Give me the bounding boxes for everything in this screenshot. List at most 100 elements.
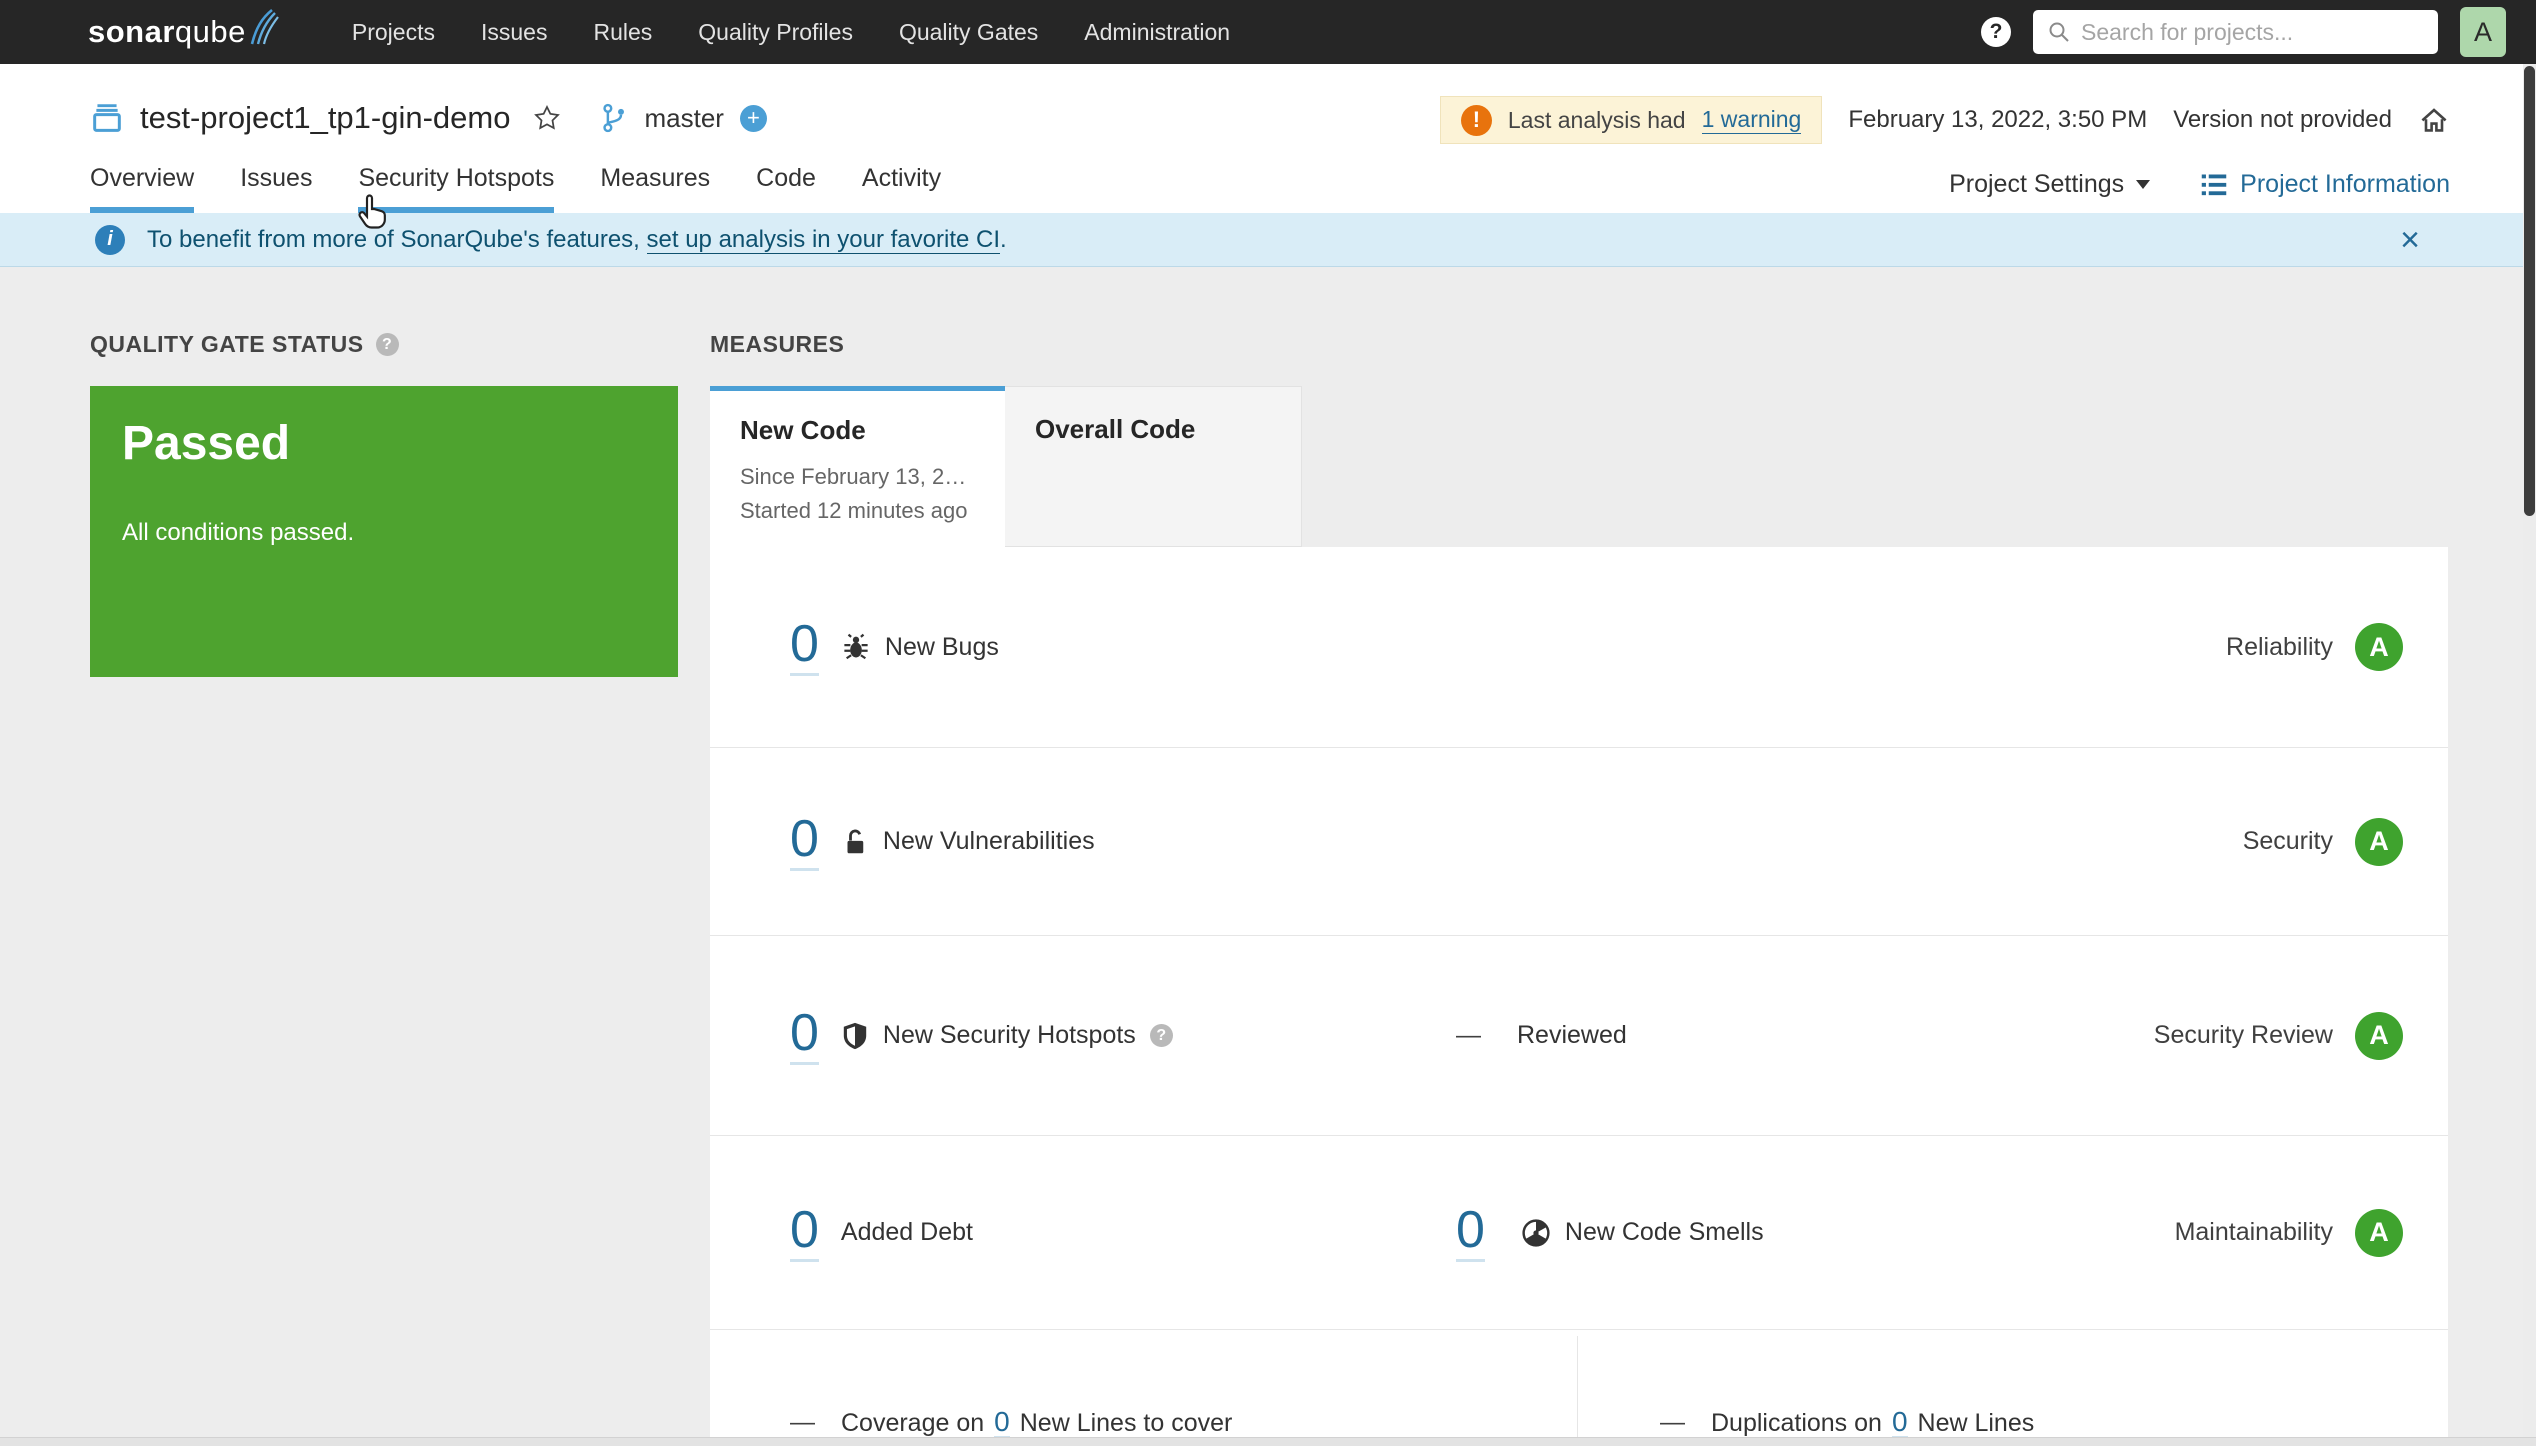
new-lines-to-cover-link[interactable]: 0 [994, 1408, 1010, 1438]
security-review-label: Security Review [2154, 1021, 2333, 1050]
nav-rules[interactable]: Rules [593, 19, 652, 46]
added-debt-metric: 0 Added Debt [790, 1204, 973, 1262]
user-avatar[interactable]: A [2460, 7, 2506, 57]
project-information-link[interactable]: Project Information [2200, 170, 2450, 199]
tab-overall-code[interactable]: Overall Code [1005, 386, 1302, 547]
project-tabs: Overview Issues Security Hotspots Measur… [90, 164, 941, 213]
quality-gate-status: Passed [122, 416, 646, 471]
analysis-date: February 13, 2022, 3:50 PM [1848, 106, 2147, 134]
reliability-row: 0 New Bugs Reliability A [710, 547, 2448, 748]
added-debt-count-link[interactable]: 0 [790, 1204, 819, 1262]
project-icon [90, 101, 124, 135]
new-bugs-label: New Bugs [885, 633, 999, 662]
duplications-prefix: Duplications on [1711, 1409, 1882, 1438]
bottom-edge-strip [0, 1437, 2536, 1446]
quality-gate-help-icon[interactable]: ? [376, 333, 399, 356]
project-settings-label: Project Settings [1949, 170, 2124, 199]
nav-right-group: ? A [1981, 7, 2506, 57]
measures-tabs: New Code Since February 13, 2… Started 1… [710, 386, 2448, 547]
warning-text: Last analysis had [1508, 107, 1686, 134]
measures-heading: MEASURES [710, 331, 2448, 358]
search-input[interactable] [2081, 19, 2424, 46]
nav-quality-profiles[interactable]: Quality Profiles [698, 19, 853, 46]
ci-info-banner: i To benefit from more of SonarQube's fe… [0, 213, 2536, 267]
overview-content: QUALITY GATE STATUS ? Passed All conditi… [0, 267, 2536, 1446]
tab-new-code[interactable]: New Code Since February 13, 2… Started 1… [710, 386, 1005, 547]
added-debt-label: Added Debt [841, 1218, 973, 1247]
tab-code[interactable]: Code [756, 164, 816, 213]
new-hotspots-label: New Security Hotspots [883, 1021, 1136, 1050]
maintainability-row: 0 Added Debt 0 New Code Smells [710, 1136, 2448, 1330]
chevron-down-icon [2136, 180, 2150, 189]
reviewed-label: Reviewed [1517, 1021, 1627, 1050]
logo-text: sonarqube [88, 14, 246, 50]
quality-gate-section: QUALITY GATE STATUS ? Passed All conditi… [90, 331, 678, 677]
project-title-row: test-project1_tp1-gin-demo master + [90, 100, 767, 136]
new-hotspots-count-link[interactable]: 0 [790, 1007, 819, 1065]
tab-activity[interactable]: Activity [862, 164, 941, 213]
nav-administration[interactable]: Administration [1084, 19, 1230, 46]
new-vulnerabilities-count-link[interactable]: 0 [790, 813, 819, 871]
project-name: test-project1_tp1-gin-demo [140, 100, 510, 136]
search-icon [2047, 20, 2071, 44]
duplications-value: — [1660, 1408, 1685, 1437]
list-icon [2200, 172, 2228, 198]
new-code-smells-label: New Code Smells [1565, 1218, 1764, 1247]
hotspots-help-icon[interactable]: ? [1150, 1024, 1173, 1047]
warning-count-link[interactable]: 1 warning [1702, 106, 1802, 134]
overall-code-label: Overall Code [1035, 414, 1271, 445]
new-code-smells-metric: 0 New Code Smells [1456, 1204, 1764, 1262]
project-header: test-project1_tp1-gin-demo master + ! La… [0, 64, 2536, 213]
add-branch-icon[interactable]: + [740, 105, 767, 132]
new-vulnerabilities-metric: 0 New Vulnerabilities [790, 813, 1095, 871]
tab-measures[interactable]: Measures [600, 164, 710, 213]
new-vulnerabilities-label: New Vulnerabilities [883, 827, 1095, 856]
new-bugs-count-link[interactable]: 0 [790, 618, 819, 676]
maintainability-rating-badge: A [2355, 1209, 2403, 1257]
banner-text: To benefit from more of SonarQube's feat… [147, 226, 1007, 254]
help-icon[interactable]: ? [1981, 17, 2011, 47]
top-navigation-bar: sonarqube Projects Issues Rules Quality … [0, 0, 2536, 64]
warning-icon: ! [1461, 105, 1492, 136]
new-code-smells-count-link[interactable]: 0 [1456, 1204, 1485, 1262]
global-search[interactable] [2033, 10, 2438, 54]
analysis-meta: ! Last analysis had 1 warning February 1… [1440, 96, 2450, 144]
new-lines-link[interactable]: 0 [1892, 1408, 1908, 1438]
coverage-duplications-row: — Coverage on 0 New Lines to cover — Dup… [710, 1330, 2448, 1443]
tab-security-hotspots[interactable]: Security Hotspots [358, 164, 554, 213]
reviewed-metric: — Reviewed [1456, 1021, 1627, 1050]
nav-issues[interactable]: Issues [481, 19, 547, 46]
branch-name: master [644, 103, 723, 134]
coverage-prefix: Coverage on [841, 1409, 984, 1438]
logo-waves-icon [250, 8, 280, 46]
nav-quality-gates[interactable]: Quality Gates [899, 19, 1038, 46]
tab-issues[interactable]: Issues [240, 164, 312, 213]
project-settings-dropdown[interactable]: Project Settings [1949, 170, 2150, 199]
sonarqube-logo[interactable]: sonarqube [88, 14, 280, 50]
reliability-label: Reliability [2226, 633, 2333, 662]
security-label: Security [2243, 827, 2333, 856]
analysis-warning-badge: ! Last analysis had 1 warning [1440, 96, 1822, 144]
reviewed-value: — [1456, 1021, 1481, 1050]
banner-ci-link[interactable]: set up analysis in your favorite CI [647, 226, 1001, 254]
tab-overview[interactable]: Overview [90, 164, 194, 213]
project-information-label: Project Information [2240, 170, 2450, 199]
version-label: Version not provided [2173, 106, 2392, 134]
nav-projects[interactable]: Projects [352, 19, 435, 46]
bug-icon [841, 632, 871, 662]
security-review-row: 0 New Security Hotspots ? — Reviewed [710, 936, 2448, 1136]
new-hotspots-metric: 0 New Security Hotspots ? [790, 1007, 1173, 1065]
new-code-label: New Code [740, 415, 975, 446]
coverage-cell: — Coverage on 0 New Lines to cover [710, 1336, 1578, 1438]
home-icon[interactable] [2418, 104, 2450, 136]
new-code-period: Since February 13, 2… Started 12 minutes… [740, 460, 975, 528]
vertical-scrollbar-thumb[interactable] [2524, 66, 2535, 516]
measures-card: 0 New Bugs Reliability A [710, 547, 2448, 1443]
quality-gate-subtext: All conditions passed. [122, 519, 646, 547]
favorite-star-icon[interactable] [532, 103, 562, 133]
security-review-rating-badge: A [2355, 1012, 2403, 1060]
maintainability-label: Maintainability [2175, 1218, 2333, 1247]
close-icon[interactable]: × [2400, 221, 2420, 260]
security-row: 0 New Vulnerabilities Security A [710, 748, 2448, 936]
coverage-suffix: New Lines to cover [1020, 1409, 1233, 1438]
